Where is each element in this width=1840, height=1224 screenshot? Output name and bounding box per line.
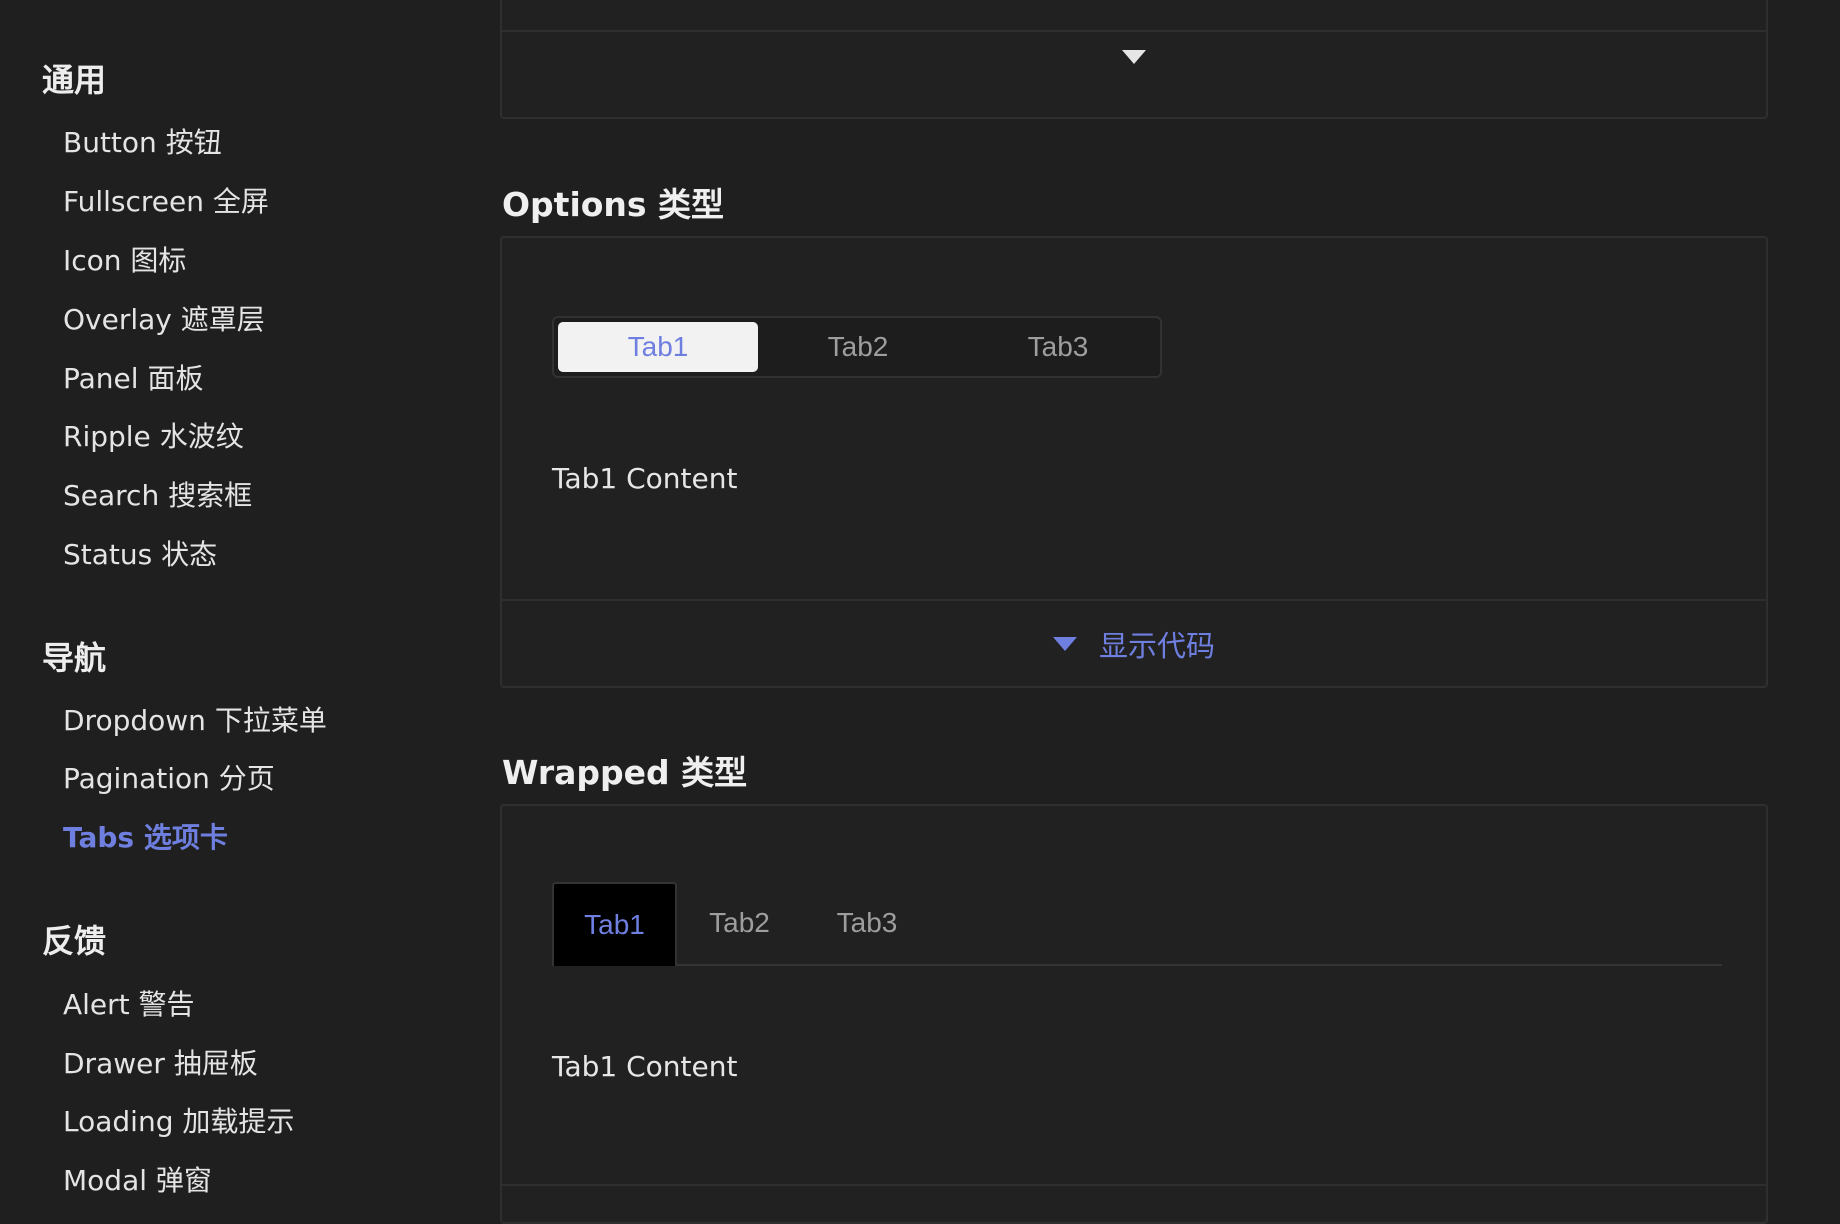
wrapped-demo-divider [502, 1184, 1766, 1186]
sidebar-group-title-navigation: 导航 [42, 639, 107, 677]
options-tab-1[interactable]: Tab1 [558, 322, 758, 372]
options-tabs: Tab1 Tab2 Tab3 [552, 316, 1162, 378]
sidebar-item-search[interactable]: Search 搜索框 [63, 474, 252, 514]
previous-demo-box [500, 0, 1768, 119]
sidebar-group-title-feedback: 反馈 [42, 922, 107, 960]
sidebar: 通用 Button 按钮 Fullscreen 全屏 Icon 图标 Overl… [0, 0, 470, 1199]
options-demo-box: Tab1 Tab2 Tab3 Tab1 Content 显示代码 [500, 236, 1768, 688]
options-tab-content: Tab1 Content [552, 462, 738, 495]
show-code-label: 显示代码 [1098, 629, 1215, 663]
wrapped-tab-content: Tab1 Content [552, 1050, 738, 1083]
wrapped-demo-box: Tab1 Tab2 Tab3 Tab1 Content [500, 804, 1768, 1224]
sidebar-item-alert[interactable]: Alert 警告 [63, 983, 195, 1023]
sidebar-item-loading[interactable]: Loading 加载提示 [63, 1100, 294, 1140]
sidebar-item-drawer[interactable]: Drawer 抽屉板 [63, 1042, 258, 1082]
show-code-button[interactable]: 显示代码 [502, 601, 1766, 687]
wrapped-tab-2[interactable]: Tab2 [677, 882, 802, 964]
options-tab-2[interactable]: Tab2 [758, 322, 958, 372]
options-tab-3[interactable]: Tab3 [958, 322, 1158, 372]
wrapped-section-title: Wrapped 类型 [502, 753, 748, 792]
triangle-down-icon [1122, 50, 1146, 64]
previous-demo-divider [502, 30, 1766, 32]
sidebar-item-tabs[interactable]: Tabs 选项卡 [63, 816, 228, 856]
sidebar-item-dropdown[interactable]: Dropdown 下拉菜单 [63, 699, 327, 739]
sidebar-item-overlay[interactable]: Overlay 遮罩层 [63, 298, 265, 338]
wrapped-tabs: Tab1 Tab2 Tab3 [552, 882, 1722, 966]
main-content: Options 类型 Tab1 Tab2 Tab3 Tab1 Content 显… [500, 0, 1770, 1224]
sidebar-item-status[interactable]: Status 状态 [63, 533, 217, 573]
sidebar-item-fullscreen[interactable]: Fullscreen 全屏 [63, 180, 269, 220]
expand-code-toggle[interactable] [502, 50, 1766, 64]
sidebar-group-title-general: 通用 [42, 61, 107, 99]
sidebar-item-ripple[interactable]: Ripple 水波纹 [63, 415, 244, 455]
wrapped-tab-1[interactable]: Tab1 [552, 882, 677, 966]
sidebar-item-modal[interactable]: Modal 弹窗 [63, 1159, 212, 1199]
sidebar-item-panel[interactable]: Panel 面板 [63, 357, 203, 397]
triangle-down-icon [1052, 637, 1077, 651]
sidebar-item-button[interactable]: Button 按钮 [63, 121, 222, 161]
sidebar-item-pagination[interactable]: Pagination 分页 [63, 757, 275, 797]
options-section-title: Options 类型 [502, 185, 725, 224]
sidebar-item-icon[interactable]: Icon 图标 [63, 239, 186, 279]
wrapped-tab-3[interactable]: Tab3 [802, 882, 932, 964]
